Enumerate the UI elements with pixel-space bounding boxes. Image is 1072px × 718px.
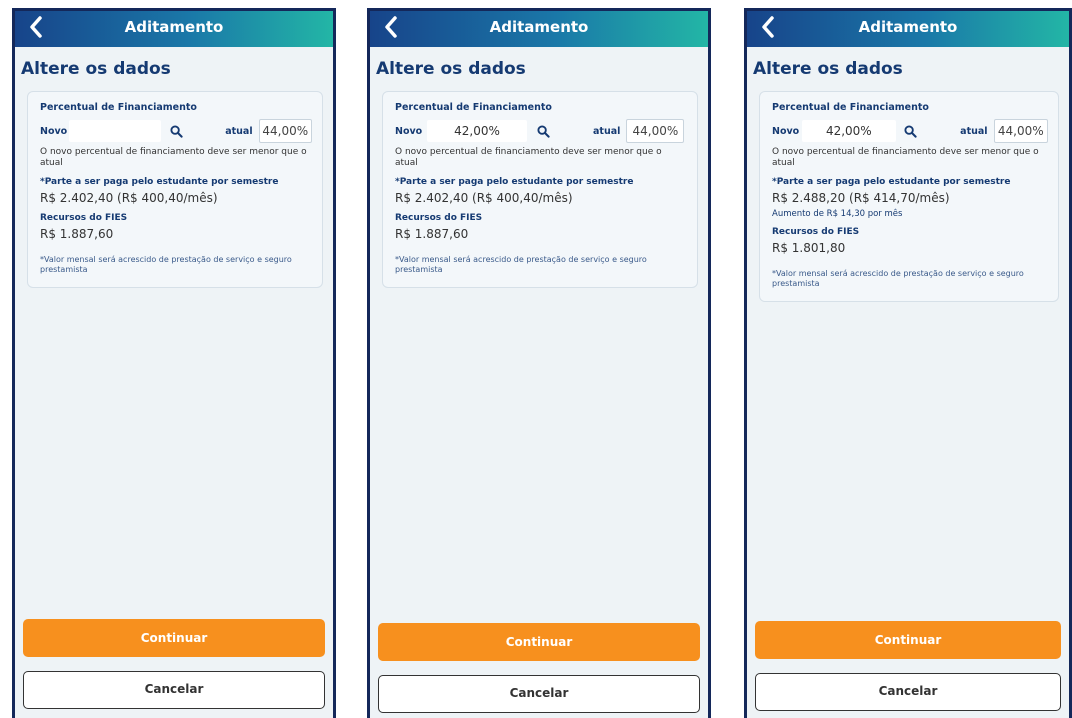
cancelar-button[interactable]: Cancelar (378, 675, 700, 713)
percentual-label: Percentual de Financiamento (40, 102, 197, 113)
recursos-value: R$ 1.887,60 (395, 227, 469, 241)
search-icon[interactable] (165, 120, 187, 142)
footnote-text: *Valor mensal será acrescido de prestaçã… (395, 255, 647, 274)
hint-text: O novo percentual de financiamento deve … (772, 147, 1039, 168)
parte-value: R$ 2.402,40 (R$ 400,40/mês) (395, 191, 573, 205)
novo-percent-input[interactable]: 42,00% (801, 120, 896, 142)
novo-label: Novo (395, 125, 423, 137)
novo-percent-input[interactable] (69, 120, 162, 142)
page-title: Altere os dados (753, 59, 903, 79)
financing-card: Percentual de Financiamento Novo atual 4… (27, 91, 323, 288)
recursos-value: R$ 1.887,60 (40, 227, 114, 241)
novo-percent-input[interactable]: 42,00% (427, 120, 527, 142)
atual-label: atual (960, 125, 988, 137)
percent-row: Novo atual 44,00% (40, 119, 312, 143)
parte-value: R$ 2.488,20 (R$ 414,70/mês) (772, 191, 950, 205)
header-title: Aditamento (124, 18, 224, 36)
atual-label: atual (225, 125, 253, 137)
financing-card: Percentual de Financiamento Novo 42,00% … (759, 91, 1059, 302)
recursos-label: Recursos do FIES (395, 213, 483, 223)
header-title: Aditamento (489, 18, 589, 36)
novo-label: Novo (40, 125, 68, 137)
financing-card: Percentual de Financiamento Novo 42,00% … (382, 91, 698, 288)
parte-label: *Parte a ser paga pelo estudante por sem… (395, 177, 634, 187)
hint-text: O novo percentual de financiamento deve … (40, 147, 307, 168)
app-header: Aditamento (370, 11, 708, 47)
cancelar-button[interactable]: Cancelar (23, 671, 325, 709)
hint-text: O novo percentual de financiamento deve … (395, 147, 662, 168)
continuar-button[interactable]: Continuar (755, 621, 1061, 659)
aumento-text: Aumento de R$ 14,30 por mês (772, 209, 903, 219)
recursos-label: Recursos do FIES (772, 227, 860, 237)
percentual-label: Percentual de Financiamento (395, 102, 552, 113)
continuar-button[interactable]: Continuar (378, 623, 700, 661)
search-icon[interactable] (900, 120, 922, 142)
parte-value: R$ 2.402,40 (R$ 400,40/mês) (40, 191, 218, 205)
percent-row: Novo 42,00% atual 44,00% (395, 119, 687, 143)
screenshot-stage: Aditamento Altere os dados Percentual de… (0, 0, 1072, 718)
app-header: Aditamento (15, 11, 333, 47)
atual-percent-value: 44,00% (258, 119, 312, 143)
header-title: Aditamento (858, 18, 958, 36)
atual-percent-value: 44,00% (993, 119, 1049, 143)
recursos-value: R$ 1.801,80 (772, 241, 846, 255)
recursos-label: Recursos do FIES (40, 213, 128, 223)
phone-screen-3: Aditamento Altere os dados Percentual de… (744, 8, 1072, 718)
phone-screen-1: Aditamento Altere os dados Percentual de… (12, 8, 336, 718)
search-icon[interactable] (531, 120, 555, 142)
page-title: Altere os dados (21, 59, 171, 79)
footnote-text: *Valor mensal será acrescido de prestaçã… (40, 255, 292, 274)
percent-row: Novo 42,00% atual 44,00% (772, 119, 1049, 143)
cancelar-button[interactable]: Cancelar (755, 673, 1061, 711)
footnote-text: *Valor mensal será acrescido de prestaçã… (772, 269, 1024, 288)
percentual-label: Percentual de Financiamento (772, 102, 929, 113)
atual-percent-value: 44,00% (626, 119, 685, 143)
app-header: Aditamento (747, 11, 1069, 47)
page-title: Altere os dados (376, 59, 526, 79)
novo-label: Novo (772, 125, 800, 137)
continuar-button[interactable]: Continuar (23, 619, 325, 657)
parte-label: *Parte a ser paga pelo estudante por sem… (772, 177, 1011, 187)
parte-label: *Parte a ser paga pelo estudante por sem… (40, 177, 279, 187)
phone-screen-2: Aditamento Altere os dados Percentual de… (367, 8, 711, 718)
atual-label: atual (593, 125, 621, 137)
